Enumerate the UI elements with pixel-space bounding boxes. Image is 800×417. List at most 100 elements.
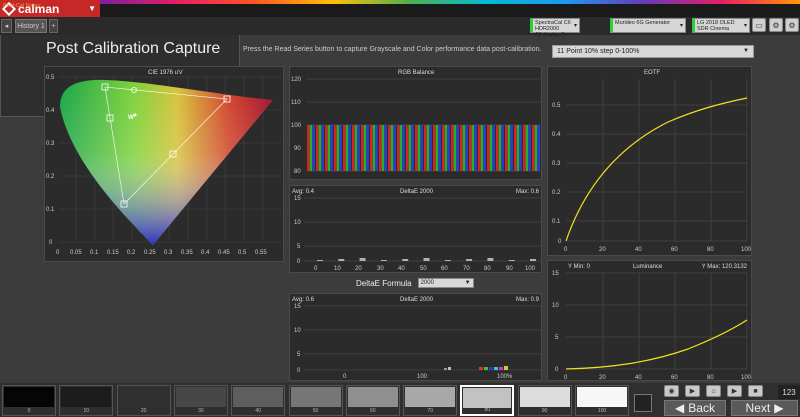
rgb-bar-cap bbox=[525, 125, 529, 128]
rgb-bar bbox=[528, 125, 531, 171]
read-continuous-icon[interactable]: ▶ bbox=[727, 385, 742, 397]
swatch-80[interactable]: 80 bbox=[460, 385, 515, 416]
swatch-30[interactable]: 30 bbox=[173, 385, 228, 416]
rgb-bar bbox=[429, 125, 432, 171]
meter-device-select[interactable]: SpectraCal C6 HDR2000 All display 2 ▾ bbox=[530, 18, 580, 38]
svg-text:0.5: 0.5 bbox=[46, 75, 55, 81]
svg-text:90: 90 bbox=[294, 146, 301, 152]
back-label: Back bbox=[688, 401, 715, 415]
rgb-bar bbox=[334, 125, 337, 171]
deltae-formula-row: DeltaE Formula 2000 ▼ bbox=[356, 278, 474, 288]
svg-text:30: 30 bbox=[377, 266, 384, 272]
swatch-10[interactable]: 10 bbox=[59, 385, 114, 416]
chevron-down-icon: ▾ bbox=[743, 23, 747, 29]
settings-icon[interactable]: ⚙ bbox=[785, 18, 799, 32]
rgb-bar bbox=[316, 125, 319, 171]
svg-text:90: 90 bbox=[506, 266, 513, 272]
eotf-panel: EOTF 0.5 0.4 0.3 0.2 0.1 0 0 20 40 60 80… bbox=[547, 66, 752, 256]
calman-window: calman ▼ ◂ History 1 + SpectraCal C6 HDR… bbox=[0, 0, 800, 417]
swatch-20[interactable]: 20 bbox=[116, 385, 171, 416]
eotf-x-ticks: 0 20 40 60 80 100 bbox=[564, 247, 752, 253]
luminance-panel: Y Min: 0 Luminance Y Max: 120.3132 15 10… bbox=[547, 260, 752, 381]
swatch-0[interactable]: 0 bbox=[2, 385, 56, 416]
svg-text:0: 0 bbox=[297, 368, 301, 374]
rgb-bar-cap bbox=[462, 125, 466, 128]
swatch-color bbox=[347, 387, 398, 407]
swatch-40[interactable]: 40 bbox=[231, 385, 286, 416]
rgb-bar bbox=[408, 125, 412, 171]
rgb-bar bbox=[345, 125, 349, 171]
back-button[interactable]: ◀ Back bbox=[664, 400, 726, 416]
swatch-100[interactable]: 100 bbox=[575, 385, 629, 416]
rgb-bar bbox=[447, 125, 450, 171]
chevron-down-icon: ▼ bbox=[88, 4, 96, 13]
rgb-bar bbox=[525, 125, 529, 171]
rgb-bar-cap bbox=[507, 125, 511, 128]
rgb-bar-cap bbox=[408, 125, 412, 128]
swatch-label: 10 bbox=[83, 408, 90, 414]
tab-history[interactable]: History 1 bbox=[15, 19, 47, 33]
svg-text:10: 10 bbox=[334, 266, 341, 272]
svg-text:0: 0 bbox=[314, 266, 318, 272]
rgb-bar bbox=[444, 125, 448, 171]
rgb-bar bbox=[352, 125, 355, 171]
display-device-select[interactable]: LG 2018 OLED SDR Cinema ▾ bbox=[692, 18, 750, 33]
chevron-down-icon: ▾ bbox=[679, 23, 683, 29]
svg-text:100: 100 bbox=[741, 375, 752, 381]
stop-icon[interactable]: ■ bbox=[748, 385, 763, 397]
series-select[interactable]: 11 Point 10% step 0-100% ▼ bbox=[552, 45, 754, 58]
page-description: Press the Read Series button to capture … bbox=[243, 46, 542, 53]
rgb-bar-cap bbox=[327, 125, 331, 128]
chevron-right-icon: ▶ bbox=[774, 401, 784, 415]
rgb-bar-cap bbox=[381, 125, 385, 128]
rgb-bar bbox=[501, 125, 504, 171]
rgb-bar-cap bbox=[505, 125, 508, 128]
rgb-bar-cap bbox=[438, 125, 441, 128]
rgb-bar-cap bbox=[309, 125, 313, 128]
cie-x-ticks: 0 0.05 0.1 0.15 0.2 0.25 0.3 0.35 0.4 0.… bbox=[56, 250, 267, 256]
svg-text:80: 80 bbox=[294, 169, 301, 175]
svg-text:15: 15 bbox=[294, 304, 301, 310]
swatch-50[interactable]: 50 bbox=[288, 385, 343, 416]
rgb-bar-cap bbox=[435, 125, 439, 128]
svg-text:60: 60 bbox=[671, 247, 678, 253]
tab-back-button[interactable]: ◂ bbox=[1, 19, 12, 33]
rgb-bar bbox=[343, 125, 346, 171]
svg-text:50: 50 bbox=[420, 266, 427, 272]
home-icon[interactable]: ⌂ bbox=[706, 385, 721, 397]
swatch-90[interactable]: 90 bbox=[517, 385, 572, 416]
swatch-60[interactable]: 60 bbox=[345, 385, 400, 416]
camera-icon[interactable]: ◉ bbox=[664, 385, 679, 397]
svg-text:0: 0 bbox=[555, 367, 559, 373]
rgb-bar-cap bbox=[348, 125, 351, 128]
svg-text:0.45: 0.45 bbox=[218, 250, 230, 256]
deltae-bar bbox=[530, 259, 536, 261]
rgb-balance-chart: 120 110 100 90 80 bbox=[291, 77, 541, 175]
rgb-bar bbox=[532, 125, 535, 171]
rgb-bar-cap bbox=[460, 125, 463, 128]
rgb-bar bbox=[363, 125, 367, 171]
gear-icon[interactable]: ⚙ bbox=[769, 18, 783, 32]
rgb-bar-cap bbox=[433, 125, 436, 128]
stop-button[interactable] bbox=[634, 394, 652, 412]
swatch-label: 30 bbox=[198, 408, 204, 414]
add-tab-button[interactable]: + bbox=[49, 19, 58, 33]
svg-text:40: 40 bbox=[398, 266, 405, 272]
play-icon[interactable]: ▶ bbox=[685, 385, 700, 397]
deltae-formula-value: 2000 bbox=[420, 280, 434, 286]
swatch-color bbox=[519, 387, 570, 407]
deltae-formula-select[interactable]: 2000 ▼ bbox=[417, 278, 474, 288]
rgb-bar bbox=[478, 125, 481, 171]
rgb-bar-cap bbox=[316, 125, 319, 128]
swatch-color bbox=[61, 387, 112, 407]
rgb-bar-cap bbox=[402, 125, 405, 128]
chevron-left-icon: ◀ bbox=[675, 401, 685, 415]
rgb-bar-cap bbox=[429, 125, 432, 128]
cie-chart: W 0 0.05 0.1 0.15 0.2 0.25 0.3 0.35 0.4 … bbox=[46, 75, 281, 256]
swatch-70[interactable]: 70 bbox=[403, 385, 458, 416]
generator-device-select[interactable]: Murideo 6G Generator ▾ bbox=[610, 18, 686, 33]
swatch-color bbox=[233, 387, 284, 407]
next-button[interactable]: Next ▶ bbox=[731, 400, 798, 416]
rgb-bar bbox=[321, 125, 324, 171]
screen-icon[interactable]: ▭ bbox=[752, 18, 766, 32]
